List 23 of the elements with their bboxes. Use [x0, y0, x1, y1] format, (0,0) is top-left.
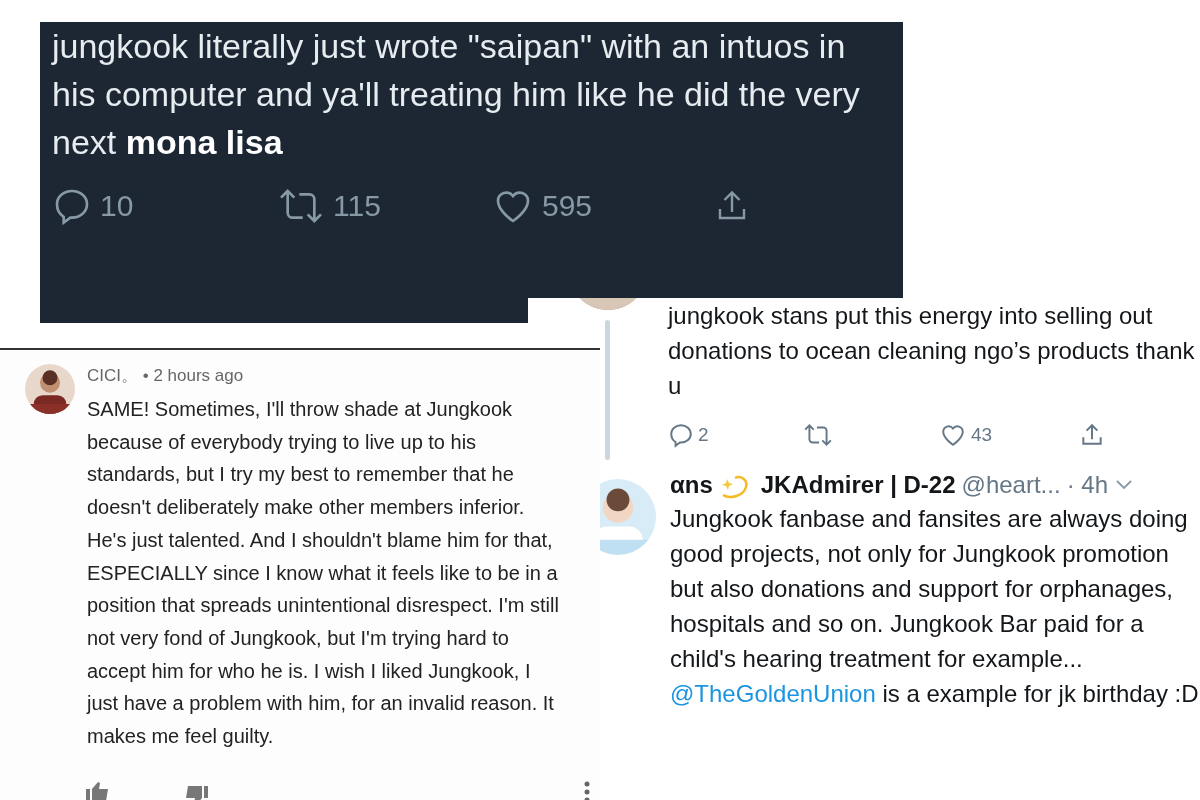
- mention-link[interactable]: @TheGoldenUnion: [670, 680, 876, 707]
- comment-text: SAME! Sometimes, I'll throw shade at Jungkook because of everybody trying to live up to his standards, but I try my best to remember that he doesn't deliberately make other members inferior. He's just talented. And I shouldn't blame him for that, ESPECIALLY since I know what it feels like to be in a position that spreads unintentional disrespect. I'm still not very fond of Jungkook, but I'm trying hard to accept him for who he is. I wish I liked Jungkook, I just have a problem with him, for an invalid reason. It makes me feel guilty.: [87, 397, 560, 750]
- reply-count: 2: [698, 424, 709, 446]
- tweet-text: jungkook stans put this energy into selling out donations to ocean cleaning ngo’s products thank u: [668, 301, 1196, 401]
- display-name: αns: [670, 471, 713, 499]
- tweet-time: · 4h: [1066, 471, 1108, 499]
- tweet-text: Jungkook fanbase and fansites are always doing good projects, not only for Jungkook promotion but also donations and support for orphanages, hospitals and so on. Jungkook Bar paid for a child's hearing treatment for example...: [670, 504, 1189, 674]
- user-name: JKAdmirer | D-22: [760, 471, 956, 499]
- like-count: 595: [542, 189, 593, 223]
- retweet-icon[interactable]: [277, 186, 325, 226]
- like-count: 43: [971, 424, 993, 446]
- more-icon[interactable]: [583, 780, 591, 800]
- retweet-icon[interactable]: [803, 422, 833, 448]
- comment-meta: CICI。 • 2 hours ago: [87, 365, 245, 387]
- thumbs-up-icon[interactable]: [85, 779, 111, 800]
- reply-count: 10: [100, 189, 134, 223]
- tweet-text: jungkook literally just wrote "saipan" with an intuos in his computer and ya'll treating him like he did the very next mona lisa: [52, 26, 861, 163]
- retweet-count: 115: [333, 189, 381, 223]
- tweet-text: @TheGoldenUnion is a example for jk birthday :D: [670, 679, 1200, 709]
- heart-icon[interactable]: [939, 422, 967, 448]
- reply-icon[interactable]: [668, 422, 694, 448]
- chevron-down-icon[interactable]: [1114, 478, 1134, 492]
- user-handle: @heart...: [961, 471, 1061, 499]
